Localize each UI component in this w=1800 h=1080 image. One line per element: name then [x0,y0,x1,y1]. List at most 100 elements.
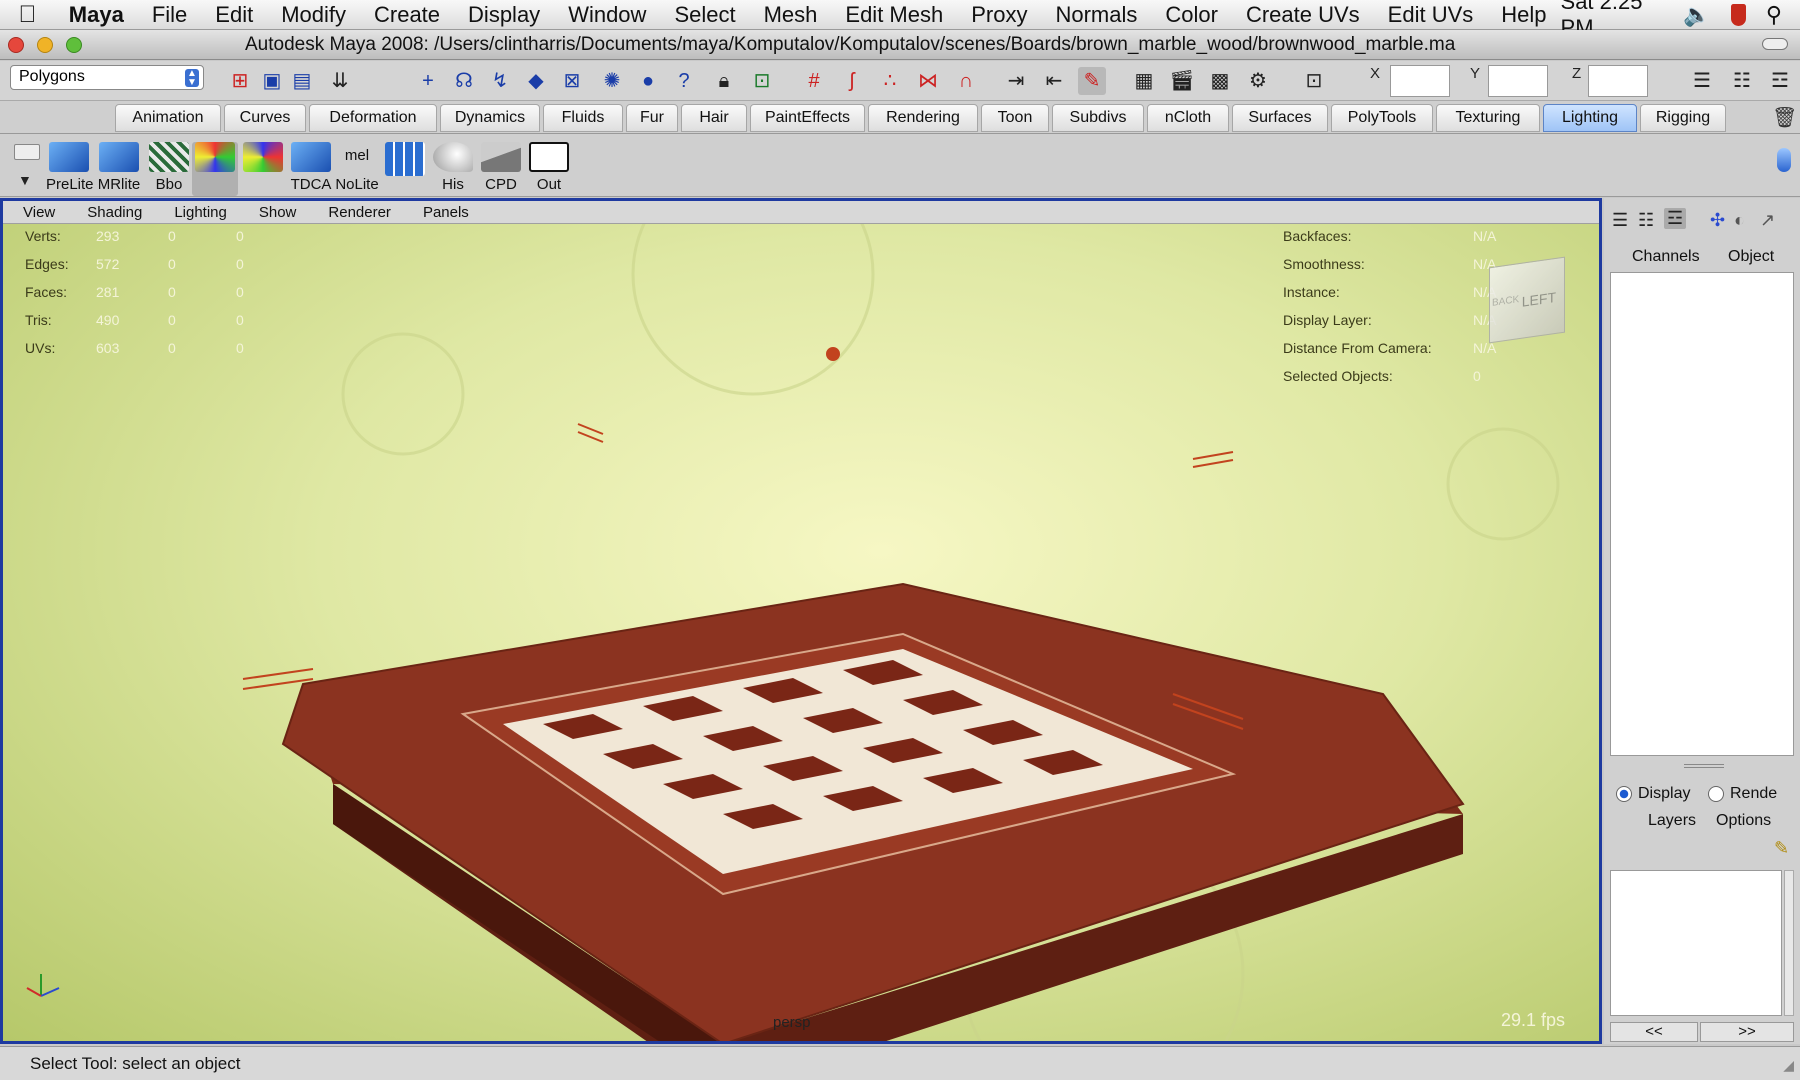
z-field[interactable] [1588,65,1648,97]
shelf-menu-icon[interactable] [14,144,40,160]
next-layer-button[interactable]: >> [1700,1022,1794,1042]
toolbar-toggle-button[interactable] [1762,38,1788,50]
axis-gizmo-icon[interactable]: ✣ [1710,210,1725,231]
new-layer-icon[interactable]: ✎ [1774,838,1789,859]
channel-box-list[interactable] [1610,272,1794,756]
tab-fur[interactable]: Fur [626,104,678,132]
resize-grip-icon[interactable]: ◢ [1783,1057,1794,1074]
shelf-button-prelite[interactable]: PreLite [46,142,94,196]
tab-fluids[interactable]: Fluids [543,104,623,132]
point-select-icon[interactable]: ∴ [876,67,904,95]
layer-scrollbar[interactable] [1784,870,1794,1016]
tab-ncloth[interactable]: nCloth [1147,104,1229,132]
menu-edit-uvs[interactable]: Edit UVs [1374,2,1488,28]
shelf-button-tdca[interactable]: TDCA [288,142,334,196]
tab-painteffects[interactable]: PaintEffects [750,104,865,132]
select-by-object-icon[interactable]: ▣ [258,67,286,95]
layer-list[interactable] [1610,870,1782,1016]
show-channel-box-icon[interactable]: ☲ [1766,67,1794,95]
render-frame-icon[interactable]: 🎬︎ [1168,67,1196,95]
panel-menu-renderer[interactable]: Renderer [328,201,403,223]
y-field[interactable] [1488,65,1548,97]
view-cube-left-face[interactable]: LEFT [1522,289,1556,310]
sun-icon[interactable]: ✺ [598,67,626,95]
panel-menu-lighting[interactable]: Lighting [174,201,239,223]
panel-menu-view[interactable]: View [23,201,67,223]
tab-dynamics[interactable]: Dynamics [440,104,540,132]
magnet-icon[interactable]: ∩ [952,67,980,95]
render-globals-icon[interactable]: ⚙ [1244,67,1272,95]
panel-menu-panels[interactable]: Panels [423,201,481,223]
layers-menu[interactable]: Layers [1648,812,1696,830]
menu-color[interactable]: Color [1151,2,1232,28]
shelf-button-nolite[interactable]: mel NoLite [334,142,380,196]
tab-lighting[interactable]: Lighting [1543,104,1637,132]
tab-toon[interactable]: Toon [981,104,1049,132]
show-attribute-editor-icon[interactable]: ☰ [1688,67,1716,95]
menu-select[interactable]: Select [660,2,749,28]
tab-texturing[interactable]: Texturing [1436,104,1540,132]
construction-history-icon[interactable]: ✎ [1078,67,1106,95]
panel-splitter[interactable] [1684,764,1724,768]
input-ops-icon[interactable]: ⇥ [1002,67,1030,95]
shelf-button-out[interactable]: Out [526,142,572,196]
view-cube[interactable]: LEFT BACK [1489,256,1565,344]
grid-select-icon[interactable]: # [800,67,828,95]
menu-normals[interactable]: Normals [1041,2,1151,28]
view-cube-back-face[interactable]: BACK [1492,294,1519,309]
snap-to-view-plane-icon[interactable]: ◆ [522,67,550,95]
x-field[interactable] [1390,65,1450,97]
tab-polytools[interactable]: PolyTools [1331,104,1433,132]
render-view-icon[interactable]: ▦ [1130,67,1158,95]
minimize-window-button[interactable] [37,37,53,53]
tab-surfaces[interactable]: Surfaces [1232,104,1328,132]
make-live-icon[interactable]: ⊠ [558,67,586,95]
shelf-button-cpd[interactable]: CPD [478,142,524,196]
tab-object[interactable]: Object [1728,248,1774,266]
tab-hair[interactable]: Hair [681,104,747,132]
apple-icon[interactable]:  [0,1,55,29]
menu-proxy[interactable]: Proxy [957,2,1041,28]
prev-layer-button[interactable]: << [1610,1022,1698,1042]
curve-select-icon[interactable]: ʃ [838,67,866,95]
tab-rigging[interactable]: Rigging [1640,104,1726,132]
channel-box-icon[interactable]: ☰ [1612,210,1628,231]
tab-channels[interactable]: Channels [1632,248,1700,266]
shelf-button-mrlite[interactable]: MRlite [96,142,142,196]
app-menu[interactable]: Maya [55,2,138,28]
shelf-button-multicolor-light[interactable] [192,142,238,196]
trash-icon[interactable]: 🗑︎ [1772,105,1797,130]
sphere-shading-icon[interactable]: ◐ [1734,210,1745,231]
menu-edit[interactable]: Edit [201,2,267,28]
shelf-options-arrow-icon[interactable]: ▼ [18,172,32,188]
lock-selection-icon[interactable]: ⇊ [326,67,354,95]
close-window-button[interactable] [8,37,24,53]
shelf-button-bbo[interactable]: Bbo [146,142,192,196]
menu-mesh[interactable]: Mesh [750,2,832,28]
zoom-window-button[interactable] [66,37,82,53]
spotlight-search-icon[interactable]: ⚲ [1766,2,1782,28]
menu-create-uvs[interactable]: Create UVs [1232,2,1374,28]
shelf-button-multicolor-light-2[interactable] [240,142,286,196]
output-ops-icon[interactable]: ⇤ [1040,67,1068,95]
snap-to-curve-icon[interactable]: ☊ [450,67,478,95]
tab-deformation[interactable]: Deformation [309,104,437,132]
panel-menu-shading[interactable]: Shading [87,201,154,223]
padlock-icon[interactable]: 🔒︎ [710,67,738,95]
panel-menu-show[interactable]: Show [259,201,309,223]
select-by-hierarchy-icon[interactable]: ⊞ [226,67,254,95]
isolate-select-icon[interactable]: ⊡ [748,67,776,95]
show-tool-settings-icon[interactable]: ☷ [1728,67,1756,95]
menu-set-selector[interactable]: Polygons ▲ ▼ [10,65,204,90]
volume-icon[interactable]: 🔈 [1683,2,1710,28]
3d-viewport[interactable]: Verts: 293 0 0 Edges: 572 0 0 Faces: 281… [3,224,1599,1041]
menu-window[interactable]: Window [554,2,660,28]
menu-create[interactable]: Create [360,2,454,28]
render-sphere-icon[interactable]: ● [634,67,662,95]
shelf-scrollbar[interactable] [1777,148,1791,172]
menu-modify[interactable]: Modify [267,2,360,28]
tab-animation[interactable]: Animation [115,104,221,132]
shelf-button-grid[interactable] [382,142,428,196]
shelf-button-his[interactable]: His [430,142,476,196]
display-radio[interactable] [1616,786,1632,802]
